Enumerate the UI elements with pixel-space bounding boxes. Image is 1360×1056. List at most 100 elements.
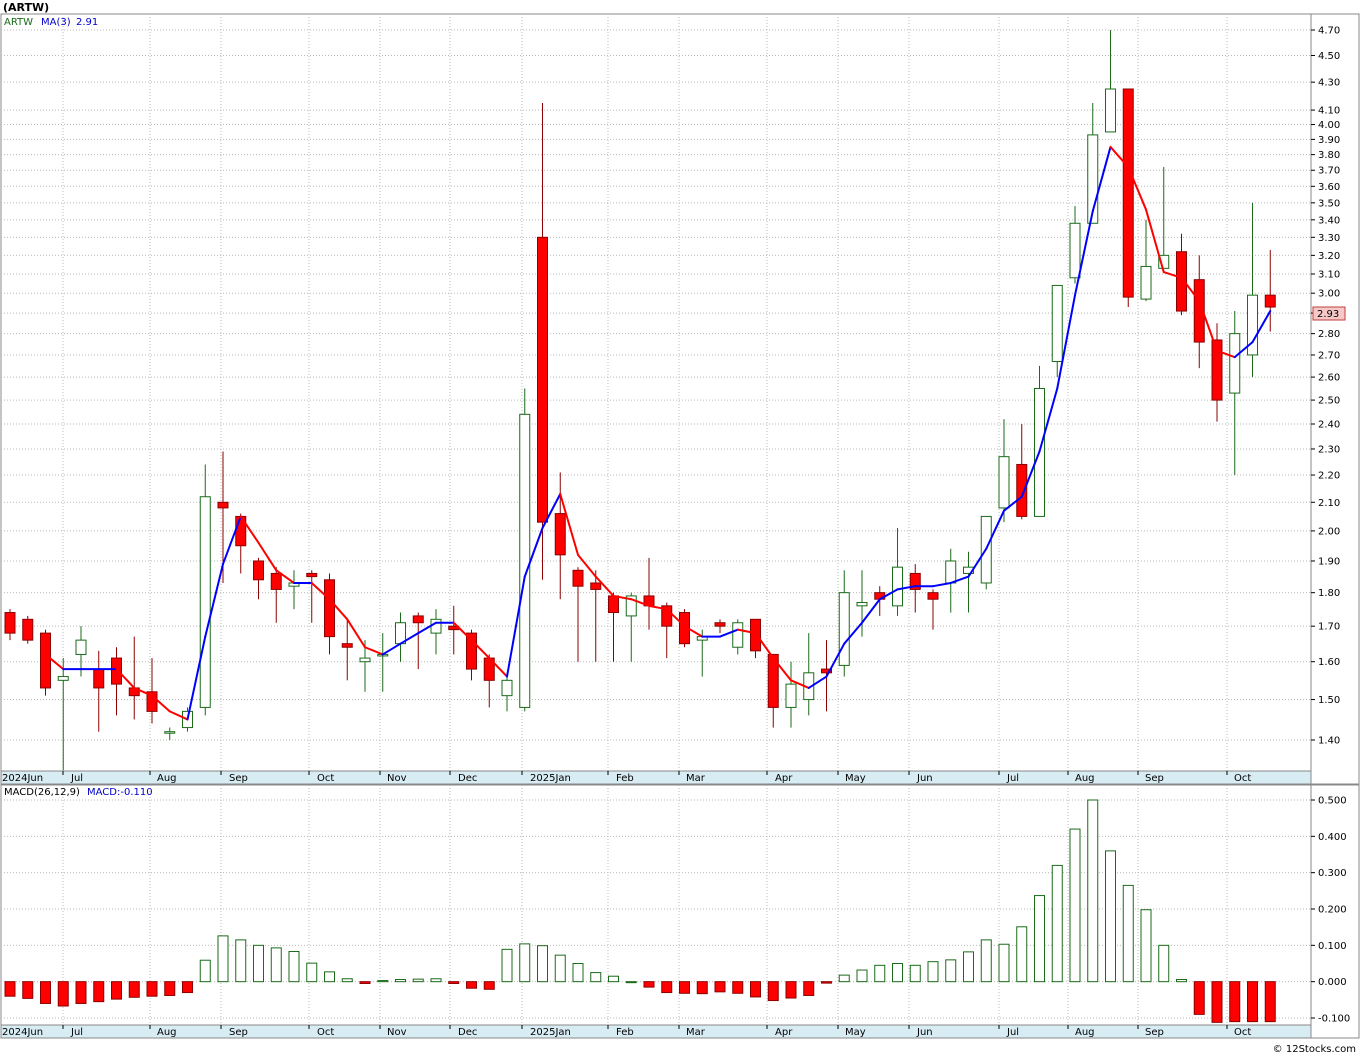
macd-bar <box>199 959 211 983</box>
macd-x-label: Sep <box>1145 1027 1164 1038</box>
candle-body <box>1140 265 1152 300</box>
price-tick-label: 3.80 <box>1318 150 1340 161</box>
macd-bar <box>927 961 939 983</box>
macd-tick-label: 0.300 <box>1318 868 1347 879</box>
macd-bar <box>75 981 87 1004</box>
macd-bar <box>537 945 548 983</box>
macd-tick-label: 0.100 <box>1318 941 1347 952</box>
candle-body <box>412 615 424 624</box>
candle-body <box>217 501 229 509</box>
macd-bar <box>1122 884 1134 983</box>
macd-x-label: Dec <box>458 1027 477 1038</box>
macd-bar <box>128 981 140 998</box>
price-tick-label: 3.90 <box>1318 135 1340 146</box>
candle-body <box>750 618 761 652</box>
ma-value: 2.91 <box>76 17 98 28</box>
price-x-label: Sep <box>229 773 248 784</box>
price-tick-label: 3.10 <box>1318 269 1340 280</box>
macd-bar <box>945 959 957 983</box>
macd-bar <box>1069 828 1081 983</box>
macd-value-label: MACD:-0.110 <box>87 787 153 798</box>
macd-bar <box>501 948 513 983</box>
macd-bar <box>803 981 815 996</box>
macd-bar <box>288 951 300 983</box>
price-x-label: Oct <box>317 773 334 784</box>
price-x-label: Oct <box>1234 773 1251 784</box>
candle-body <box>341 643 353 648</box>
macd-x-label: Jun <box>916 1027 933 1038</box>
candle <box>199 464 211 716</box>
macd-bar <box>448 981 460 984</box>
price-tick-label: 3.20 <box>1318 251 1340 262</box>
candle-body <box>430 618 442 634</box>
price-tick-label: 4.50 <box>1318 51 1340 62</box>
price-tick-label: 3.40 <box>1318 215 1340 226</box>
macd-bar <box>341 978 353 983</box>
candle-body <box>324 579 335 638</box>
candle-body <box>945 560 957 584</box>
macd-bar <box>430 978 442 983</box>
candle-body <box>359 657 371 663</box>
price-axis-bar <box>0 770 1312 785</box>
macd-bar <box>1176 978 1187 983</box>
macd-bar <box>643 981 655 988</box>
candle-body <box>608 595 619 614</box>
candle-body <box>572 569 584 587</box>
macd-bar <box>767 981 779 1002</box>
price-tick-label: 2.50 <box>1318 396 1340 407</box>
macd-bar <box>182 981 193 994</box>
macd-bar <box>217 935 229 983</box>
macd-bar <box>412 978 424 983</box>
macd-tick-label: 0.500 <box>1318 796 1347 807</box>
price-x-label: Jul <box>1006 773 1019 784</box>
candle-body <box>537 236 548 523</box>
price-tick-label: 4.70 <box>1318 26 1340 37</box>
candle-body <box>306 572 318 578</box>
macd-bar <box>625 981 637 984</box>
macd-bar <box>963 951 974 983</box>
price-tick-label: 2.20 <box>1318 471 1340 482</box>
macd-bar <box>1034 895 1045 983</box>
price-tick-label: 2.70 <box>1318 350 1340 361</box>
price-tick-label: 1.50 <box>1318 695 1340 706</box>
macd-bar <box>1016 926 1028 983</box>
macd-x-label: Mar <box>686 1027 706 1038</box>
macd-bar <box>483 981 495 990</box>
macd-bar <box>235 939 247 983</box>
macd-bar <box>40 981 51 1004</box>
macd-x-label: Nov <box>387 1027 407 1038</box>
candle-body <box>199 496 211 708</box>
macd-bar <box>377 980 389 983</box>
macd-bar <box>93 981 105 1003</box>
macd-bar <box>714 981 726 993</box>
macd-bar <box>164 981 176 996</box>
price-x-label: Jun <box>916 773 933 784</box>
price-tick-label: 2.00 <box>1318 526 1340 537</box>
macd-bar <box>4 981 16 997</box>
macd-bar <box>359 981 371 984</box>
candle-body <box>111 657 122 685</box>
macd-bar <box>679 981 690 994</box>
macd-x-label: Oct <box>1234 1027 1251 1038</box>
ticker-label: ARTW <box>4 17 33 28</box>
price-tick-label: 1.40 <box>1318 736 1340 747</box>
macd-x-label: May <box>845 1027 866 1038</box>
candle-body <box>1229 333 1241 394</box>
candle-body <box>590 582 602 590</box>
price-tick-label: 4.10 <box>1318 106 1340 117</box>
price-tick-label: 2.10 <box>1318 498 1340 509</box>
candle-body <box>927 592 939 600</box>
macd-x-label: Apr <box>775 1027 793 1038</box>
price-x-label: 2024Jun <box>2 773 43 784</box>
candle-body <box>164 731 176 734</box>
macd-tick-label: 0.200 <box>1318 905 1347 916</box>
macd-x-label: Aug <box>1075 1027 1095 1038</box>
macd-bar <box>1105 850 1116 983</box>
candle-body <box>1264 294 1276 308</box>
price-tick-label: 3.30 <box>1318 233 1340 244</box>
candle-body <box>40 632 51 689</box>
price-tick-label: 1.60 <box>1318 657 1340 668</box>
macd-bar <box>111 981 122 1000</box>
macd-x-label: Aug <box>157 1027 177 1038</box>
candle-body <box>519 413 531 708</box>
